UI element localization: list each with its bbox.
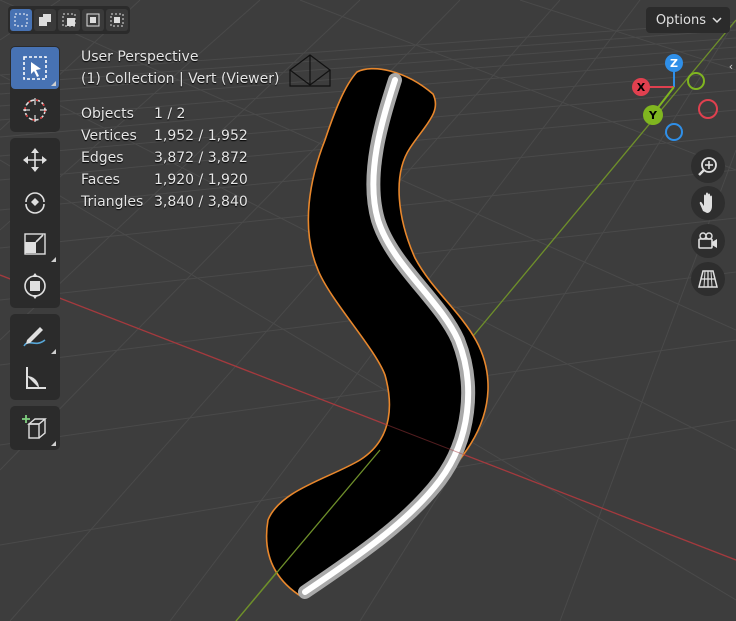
move-tool[interactable] [11, 139, 59, 181]
camera-view-button[interactable] [691, 224, 725, 258]
add-cube-icon [22, 415, 47, 439]
viewport-info: User Perspective (1) Collection | Vert (… [81, 46, 279, 90]
gizmo-x-label: X [637, 81, 646, 94]
transform-icon [24, 273, 46, 299]
select-extend-icon[interactable] [34, 9, 56, 31]
select-intersect-icon[interactable] [106, 9, 128, 31]
chevron-down-icon [712, 17, 722, 24]
options-dropdown[interactable]: Options [645, 7, 730, 33]
camera-object [289, 54, 331, 87]
transform-tool[interactable] [11, 265, 59, 307]
3d-viewport[interactable]: Options ‹ User Perspective (1) Collectio… [0, 0, 736, 621]
select-subtract-icon[interactable] [58, 9, 80, 31]
stat-row-edges: Edges 3,872 / 3,872 [81, 150, 248, 166]
navigation-gizmo[interactable]: Z X Y [626, 52, 726, 152]
gizmo-z-label: Z [670, 57, 678, 70]
toolbar [10, 46, 60, 456]
stat-row-objects: Objects 1 / 2 [81, 106, 186, 122]
options-label: Options [655, 12, 706, 28]
scale-tool[interactable] [11, 223, 59, 265]
rotate-tool[interactable] [11, 181, 59, 223]
grid-toggle-icon [698, 270, 718, 288]
zoom-button[interactable] [691, 149, 725, 183]
annotate-icon [23, 327, 46, 347]
zoom-icon [698, 157, 717, 176]
hand-pan-icon [699, 192, 712, 213]
stat-row-faces: Faces 1,920 / 1,920 [81, 172, 248, 188]
select-difference-icon[interactable] [82, 9, 104, 31]
rotate-icon [25, 192, 45, 214]
camera-icon [698, 232, 717, 249]
gizmo-neg-y[interactable] [687, 72, 705, 90]
cursor-tool[interactable] [11, 89, 59, 131]
view-name: User Perspective [81, 49, 199, 65]
scene-statistics: Objects 1 / 2 Vertices 1,952 / 1,952 Edges… [81, 103, 248, 213]
select-new-icon[interactable] [10, 9, 32, 31]
stat-row-vertices: Vertices 1,952 / 1,952 [81, 128, 248, 144]
stat-row-triangles: Triangles 3,840 / 3,840 [81, 194, 248, 210]
add-cube-tool[interactable] [11, 407, 59, 449]
gizmo-y-label: Y [648, 109, 658, 122]
annotate-tool[interactable] [11, 315, 59, 357]
move-icon [23, 148, 47, 172]
pan-button[interactable] [691, 186, 725, 220]
select-box-icon [23, 56, 47, 80]
ortho-toggle-button[interactable] [691, 262, 725, 296]
gizmo-neg-x[interactable] [698, 99, 718, 119]
select-box-tool[interactable] [11, 47, 59, 89]
chevron-left-icon[interactable]: ‹ [726, 56, 736, 76]
cursor-icon [23, 98, 47, 122]
selection-mode-bar [8, 6, 130, 34]
measure-icon [26, 367, 46, 389]
gizmo-neg-z[interactable] [665, 123, 683, 141]
measure-tool[interactable] [11, 357, 59, 399]
scale-icon [24, 233, 46, 255]
collection-line: (1) Collection | Vert (Viewer) [81, 71, 280, 87]
